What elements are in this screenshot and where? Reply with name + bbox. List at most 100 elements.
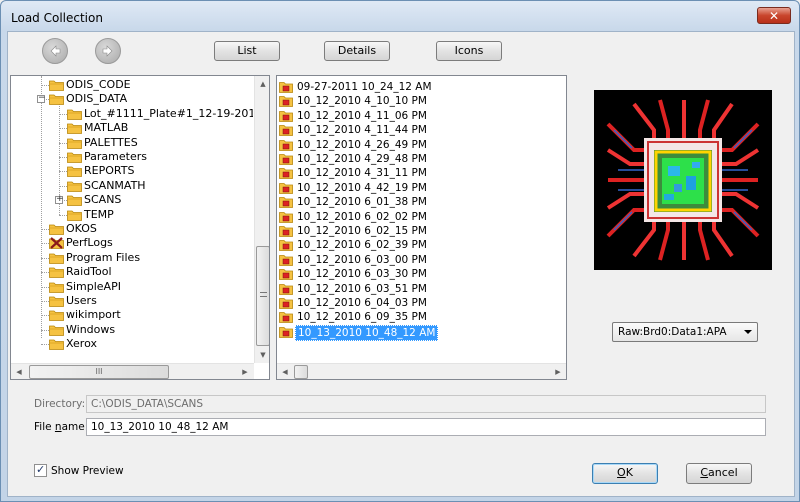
tree-item[interactable]: Xerox	[11, 337, 253, 351]
file-item[interactable]: 10_12_2010 6_03_30 PM	[279, 267, 559, 281]
cancel-button[interactable]: Cancel	[686, 463, 752, 484]
scroll-right-icon[interactable]: ▶	[237, 364, 253, 379]
title-bar[interactable]: Load Collection ✕	[1, 1, 799, 31]
file-item-label: 10_12_2010 6_03_00 PM	[297, 253, 427, 266]
tree-item-label: Users	[66, 294, 97, 307]
file-scroll-left-icon[interactable]: ◀	[277, 364, 293, 379]
tree-item[interactable]: TEMP	[11, 208, 253, 222]
file-item-label: 10_12_2010 4_10_10 PM	[297, 95, 427, 108]
tree-horizontal-scrollbar[interactable]: ◀ III ▶	[11, 363, 254, 379]
tree-vertical-scrollbar[interactable]: ▲ ▼	[254, 76, 269, 363]
tree-item[interactable]: SCANMATH	[11, 179, 253, 193]
tree-item-label: SCANMATH	[84, 178, 146, 192]
tree-item[interactable]: Parameters	[11, 150, 253, 164]
folder-icon	[67, 194, 82, 207]
file-item[interactable]: 10_13_2010 10_48_12 AM	[279, 324, 559, 341]
file-item-label: 10_12_2010 6_02_39 PM	[297, 239, 427, 252]
tree-item[interactable]: ODIS_CODE	[11, 78, 253, 92]
tree-hscroll-thumb[interactable]: III	[29, 365, 169, 379]
tree-item[interactable]: REPORTS	[11, 164, 253, 178]
file-item[interactable]: 09-27-2011 10_24_12 AM	[279, 80, 559, 94]
scan-folder-icon	[279, 254, 293, 266]
file-item[interactable]: 10_12_2010 4_10_10 PM	[279, 94, 559, 108]
tree-vscroll-thumb[interactable]	[256, 246, 269, 346]
forward-button[interactable]	[95, 38, 121, 64]
scan-folder-icon	[279, 153, 293, 165]
file-hscroll-thumb[interactable]	[294, 365, 308, 379]
tree-item[interactable]: SCANS +	[11, 193, 253, 207]
cancel-access-key: C	[700, 466, 709, 479]
file-item[interactable]: 10_12_2010 4_29_48 PM	[279, 152, 559, 166]
folder-icon	[49, 281, 64, 293]
folder-tree[interactable]: ODIS_CODE ODIS_DATA − Lot_#1111_Plate#1_12-…	[10, 75, 270, 380]
file-item[interactable]: 10_12_2010 4_11_06 PM	[279, 109, 559, 123]
tree-item[interactable]: Program Files	[11, 251, 253, 265]
list-view-button[interactable]: List	[214, 41, 280, 61]
file-item-label: 09-27-2011 10_24_12 AM	[297, 81, 432, 93]
tree-item[interactable]: ODIS_DATA −	[11, 92, 253, 106]
file-item[interactable]: 10_12_2010 6_03_00 PM	[279, 253, 559, 267]
file-list-body: 09-27-2011 10_24_12 AM 10_12_2010 4_10_10…	[277, 76, 566, 363]
tree-connector	[41, 229, 49, 230]
channel-select[interactable]: Raw:Brd0:Data1:APA	[612, 322, 758, 342]
details-view-button[interactable]: Details	[324, 41, 390, 61]
check-icon: ✓	[36, 463, 46, 476]
scan-preview-image	[594, 90, 772, 270]
tree-item[interactable]: OKOS	[11, 222, 253, 236]
file-item[interactable]: 10_12_2010 6_02_39 PM	[279, 238, 559, 252]
tree-item-label: PerfLogs	[66, 236, 113, 250]
ok-button[interactable]: OK	[592, 463, 658, 484]
file-scroll-right-icon[interactable]: ▶	[550, 364, 566, 379]
filename-label-suffix: ame:	[61, 421, 89, 433]
file-item[interactable]: 10_12_2010 4_11_44 PM	[279, 123, 559, 137]
tree-item-label: Parameters	[84, 150, 147, 163]
filename-input[interactable]: 10_13_2010 10_48_12 AM	[86, 418, 766, 436]
scroll-down-icon[interactable]: ▼	[255, 347, 269, 363]
scan-folder-icon	[279, 196, 293, 209]
tree-item-label: OKOS	[66, 222, 97, 235]
tree-item[interactable]: wikimport	[11, 308, 253, 322]
show-preview-label[interactable]: Show Preview	[51, 465, 124, 477]
tree-connector	[41, 85, 49, 86]
file-item[interactable]: 10_12_2010 6_01_38 PM	[279, 195, 559, 209]
file-item[interactable]: 10_12_2010 6_04_03 PM	[279, 296, 559, 310]
tree-item[interactable]: PerfLogs	[11, 236, 253, 250]
file-item-label: 10_12_2010 6_09_35 PM	[297, 311, 427, 324]
file-list[interactable]: 09-27-2011 10_24_12 AM 10_12_2010 4_10_10…	[276, 75, 567, 380]
file-item[interactable]: 10_12_2010 4_42_19 PM	[279, 181, 559, 195]
file-item[interactable]: 10_12_2010 4_31_11 PM	[279, 166, 559, 180]
cancel-label-rest: ancel	[708, 466, 738, 479]
scan-folder-icon	[279, 211, 293, 223]
file-item[interactable]: 10_12_2010 6_02_02 PM	[279, 210, 559, 224]
tree-connector	[59, 157, 67, 158]
scroll-up-icon[interactable]: ▲	[255, 76, 269, 92]
close-button[interactable]: ✕	[757, 7, 791, 24]
show-preview-checkbox[interactable]: ✓	[34, 463, 47, 477]
tree-item[interactable]: Users	[11, 294, 253, 308]
scroll-left-icon[interactable]: ◀	[11, 364, 27, 379]
icons-view-button[interactable]: Icons	[436, 41, 502, 61]
tree-connector	[41, 344, 49, 346]
tree-item[interactable]: MATLAB	[11, 121, 253, 135]
file-item[interactable]: 10_12_2010 6_02_15 PM	[279, 224, 559, 238]
folder-tree-body: ODIS_CODE ODIS_DATA − Lot_#1111_Plate#1_12-…	[11, 76, 253, 363]
tree-item[interactable]: PALETTES	[11, 136, 253, 150]
folder-icon	[67, 151, 82, 163]
tree-connector	[41, 257, 49, 259]
tree-item[interactable]: SimpleAPI	[11, 280, 253, 294]
file-item[interactable]: 10_12_2010 6_03_51 PM	[279, 282, 559, 296]
collapse-icon[interactable]: −	[37, 94, 46, 104]
scan-folder-icon	[279, 283, 293, 295]
tree-connector	[41, 272, 49, 274]
tree-item-label: wikimport	[66, 308, 121, 322]
expand-icon[interactable]: +	[55, 195, 64, 205]
file-item[interactable]: 10_12_2010 4_26_49 PM	[279, 138, 559, 152]
filename-label: File name:	[34, 421, 88, 433]
file-item[interactable]: 10_12_2010 6_09_35 PM	[279, 310, 559, 324]
file-horizontal-scrollbar[interactable]: ◀ ▶	[277, 363, 566, 379]
tree-item[interactable]: Lot_#1111_Plate#1_12-19-2011 07062	[11, 107, 253, 121]
back-button[interactable]	[42, 38, 68, 64]
tree-item[interactable]: Windows	[11, 323, 253, 337]
tree-connector	[41, 329, 49, 331]
tree-item[interactable]: RaidTool	[11, 265, 253, 279]
